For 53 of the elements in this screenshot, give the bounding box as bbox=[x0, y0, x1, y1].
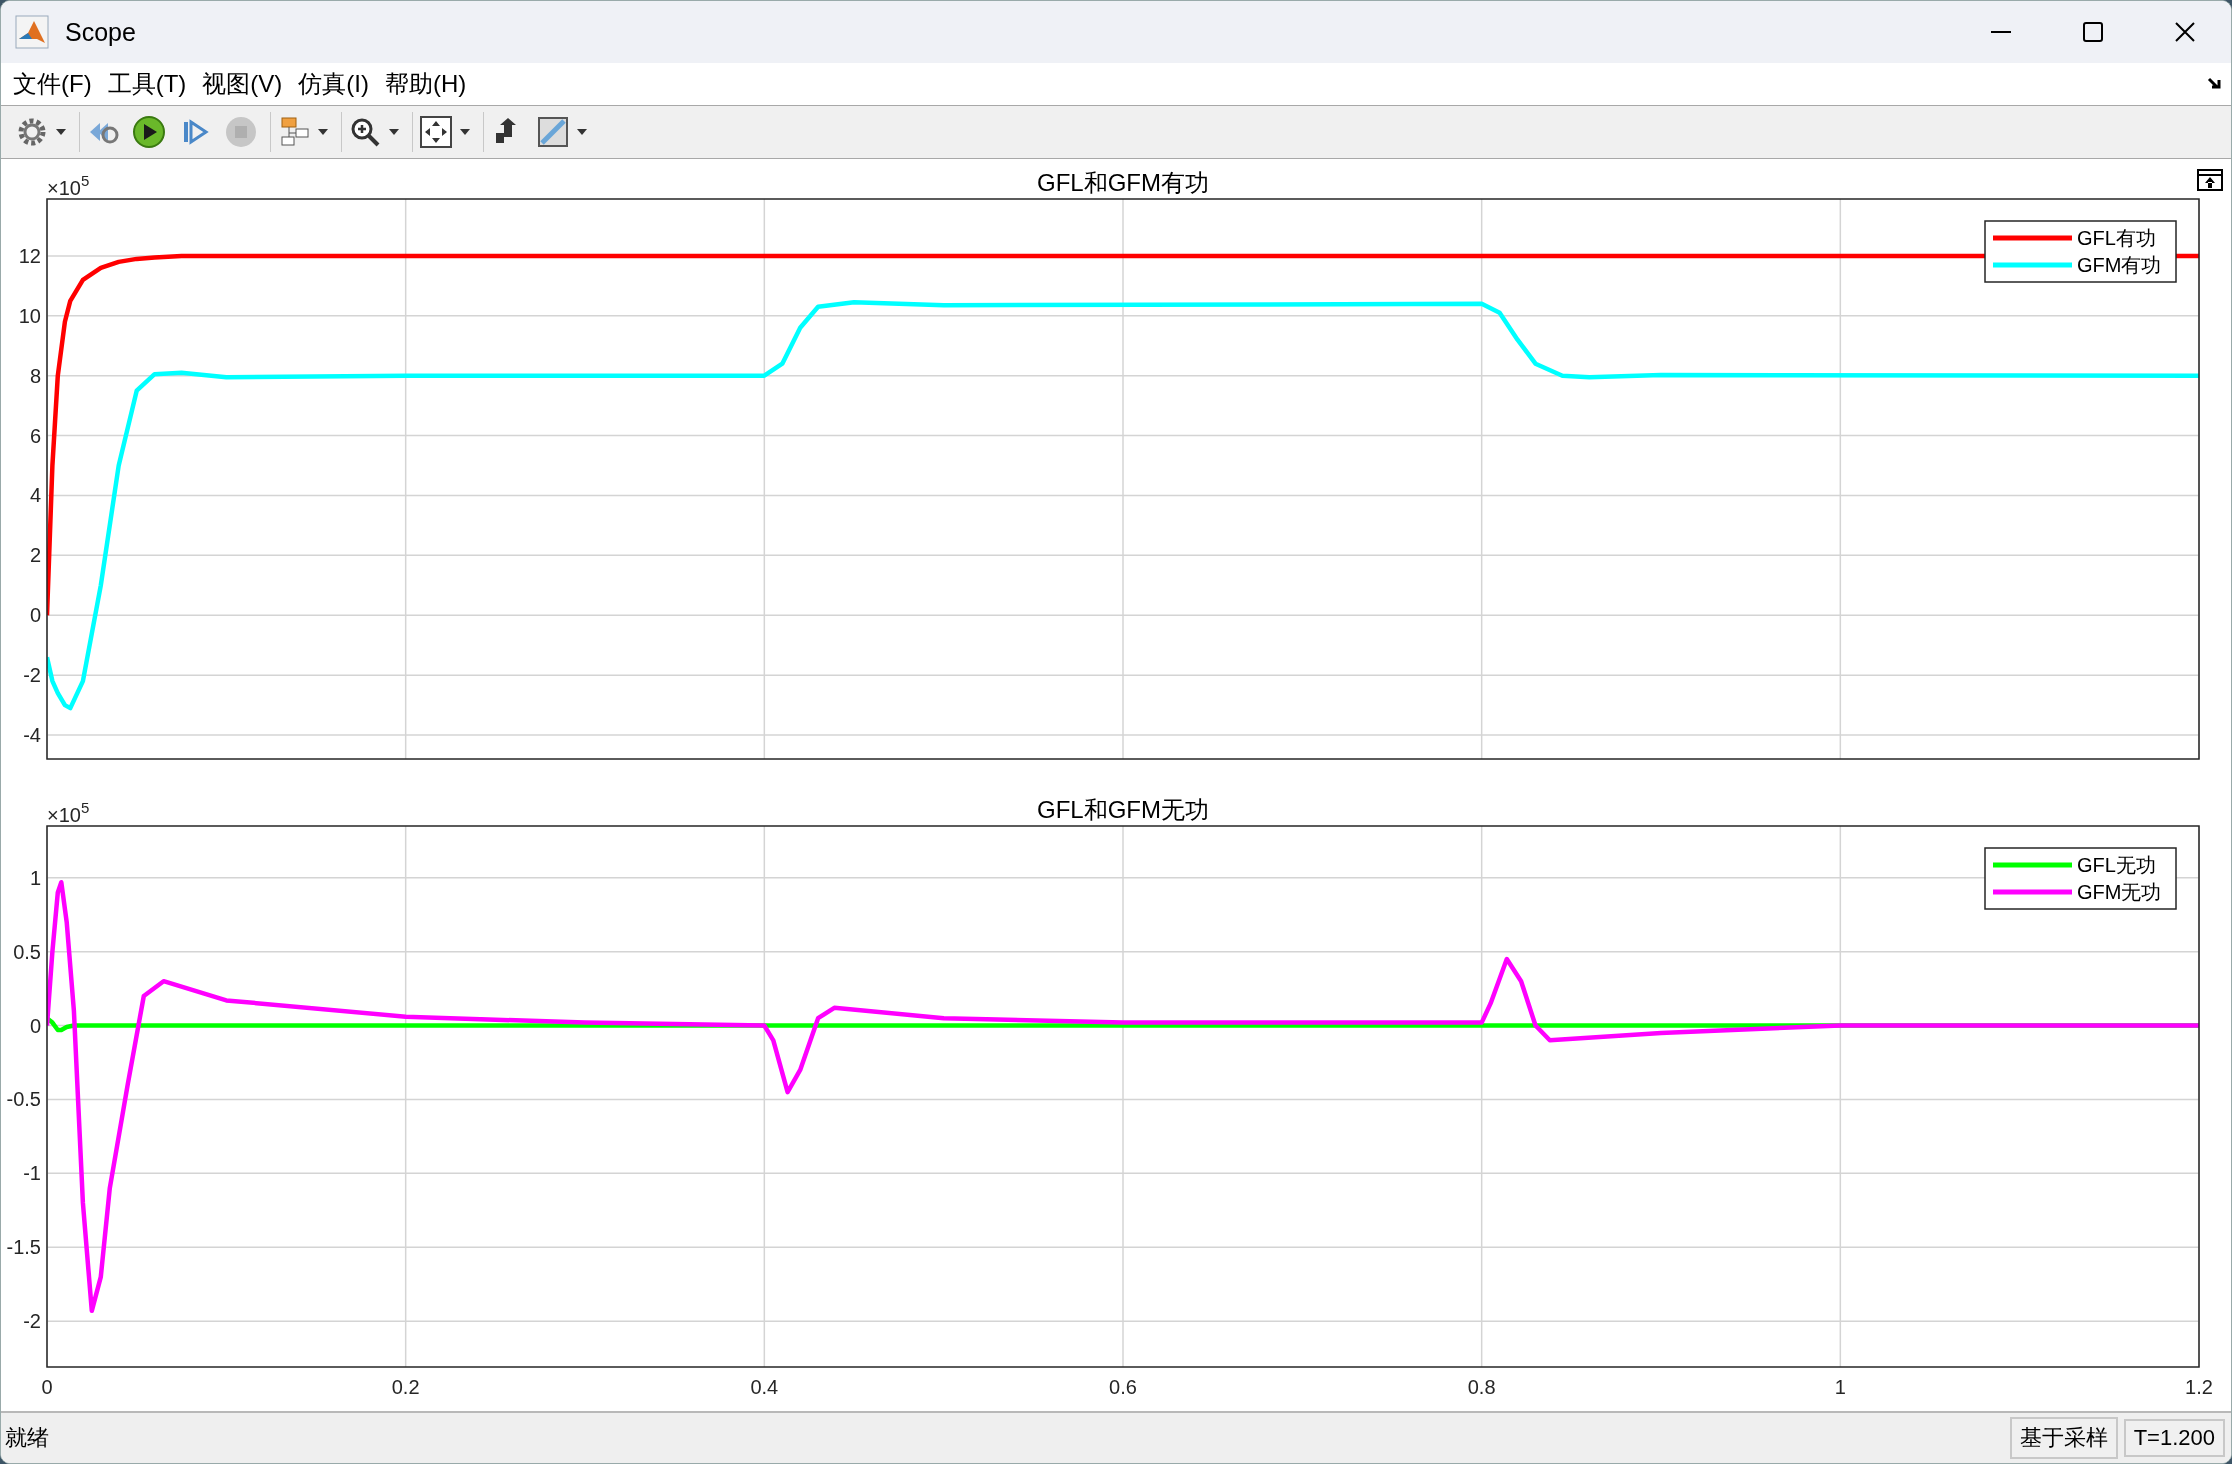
tick-label: 8 bbox=[29, 364, 41, 387]
menu-item[interactable]: 视图(V) bbox=[196, 68, 289, 100]
tick-label: 0.6 bbox=[1109, 1376, 1137, 1398]
tick-label: 1 bbox=[29, 866, 41, 889]
menu-item[interactable]: 工具(T) bbox=[101, 68, 193, 100]
tick-label: 2 bbox=[29, 544, 41, 567]
axis-exponent: ×10$^{5}$ bbox=[47, 799, 90, 826]
tick-label: 4 bbox=[29, 484, 41, 507]
tick-label: 1 bbox=[1834, 1376, 1846, 1398]
tick-label: 0 bbox=[29, 604, 41, 627]
chart-title: GFL和GFM有功 bbox=[1037, 169, 1209, 196]
tick-label: 6 bbox=[29, 424, 41, 447]
maximize-icon bbox=[2080, 19, 2106, 45]
caret-icon bbox=[576, 128, 588, 136]
caret-icon bbox=[317, 128, 329, 136]
tick-label: -1.5 bbox=[6, 1236, 41, 1259]
window-title: Scope bbox=[65, 17, 137, 47]
minimize-icon bbox=[1991, 31, 2011, 33]
status-message: 就绪 bbox=[5, 1424, 50, 1452]
tick-label: 0.4 bbox=[750, 1376, 779, 1398]
chart-title: GFL和GFM无功 bbox=[1037, 796, 1209, 823]
legend-label: GFL无功 bbox=[2077, 854, 2156, 876]
caret-icon bbox=[459, 128, 471, 136]
tick-label: 10 bbox=[18, 304, 41, 327]
undock-icon bbox=[2197, 169, 2223, 191]
tick-label: 0.5 bbox=[13, 940, 41, 963]
tick-label: -4 bbox=[23, 724, 41, 747]
legend-label: GFL有功 bbox=[2077, 227, 2156, 249]
tick-label: 0 bbox=[41, 1376, 53, 1398]
caret-icon bbox=[388, 128, 400, 136]
sample-mode: 基于采样 bbox=[2009, 1417, 2118, 1459]
tick-label: -2 bbox=[23, 1310, 41, 1333]
run-icon bbox=[132, 115, 166, 149]
tick-label: -1 bbox=[23, 1162, 41, 1185]
tick-label: 0 bbox=[29, 1014, 41, 1037]
style-icon bbox=[536, 115, 570, 149]
stop-icon bbox=[224, 115, 258, 149]
matlab-icon bbox=[15, 15, 49, 49]
tick-label: 0.8 bbox=[1467, 1376, 1496, 1398]
legend-label: GFM有功 bbox=[2077, 254, 2162, 276]
tick-label: 1.2 bbox=[2185, 1376, 2213, 1398]
menu-item[interactable]: 仿真(I) bbox=[292, 68, 375, 100]
axis-exponent: ×10$^{5}$ bbox=[47, 172, 90, 199]
tick-label: 0.2 bbox=[391, 1376, 420, 1398]
tick-label: -0.5 bbox=[6, 1088, 41, 1111]
legend-label: GFM无功 bbox=[2077, 881, 2162, 903]
menu-item[interactable]: 文件(F) bbox=[7, 68, 98, 100]
sim-time: T=1.200 bbox=[2123, 1419, 2225, 1457]
caret-icon bbox=[55, 128, 67, 136]
tick-label: 12 bbox=[18, 244, 41, 267]
menu-item[interactable]: 帮助(H) bbox=[378, 68, 473, 100]
fit-to-view-icon bbox=[419, 115, 453, 149]
tick-label: -2 bbox=[23, 664, 41, 687]
